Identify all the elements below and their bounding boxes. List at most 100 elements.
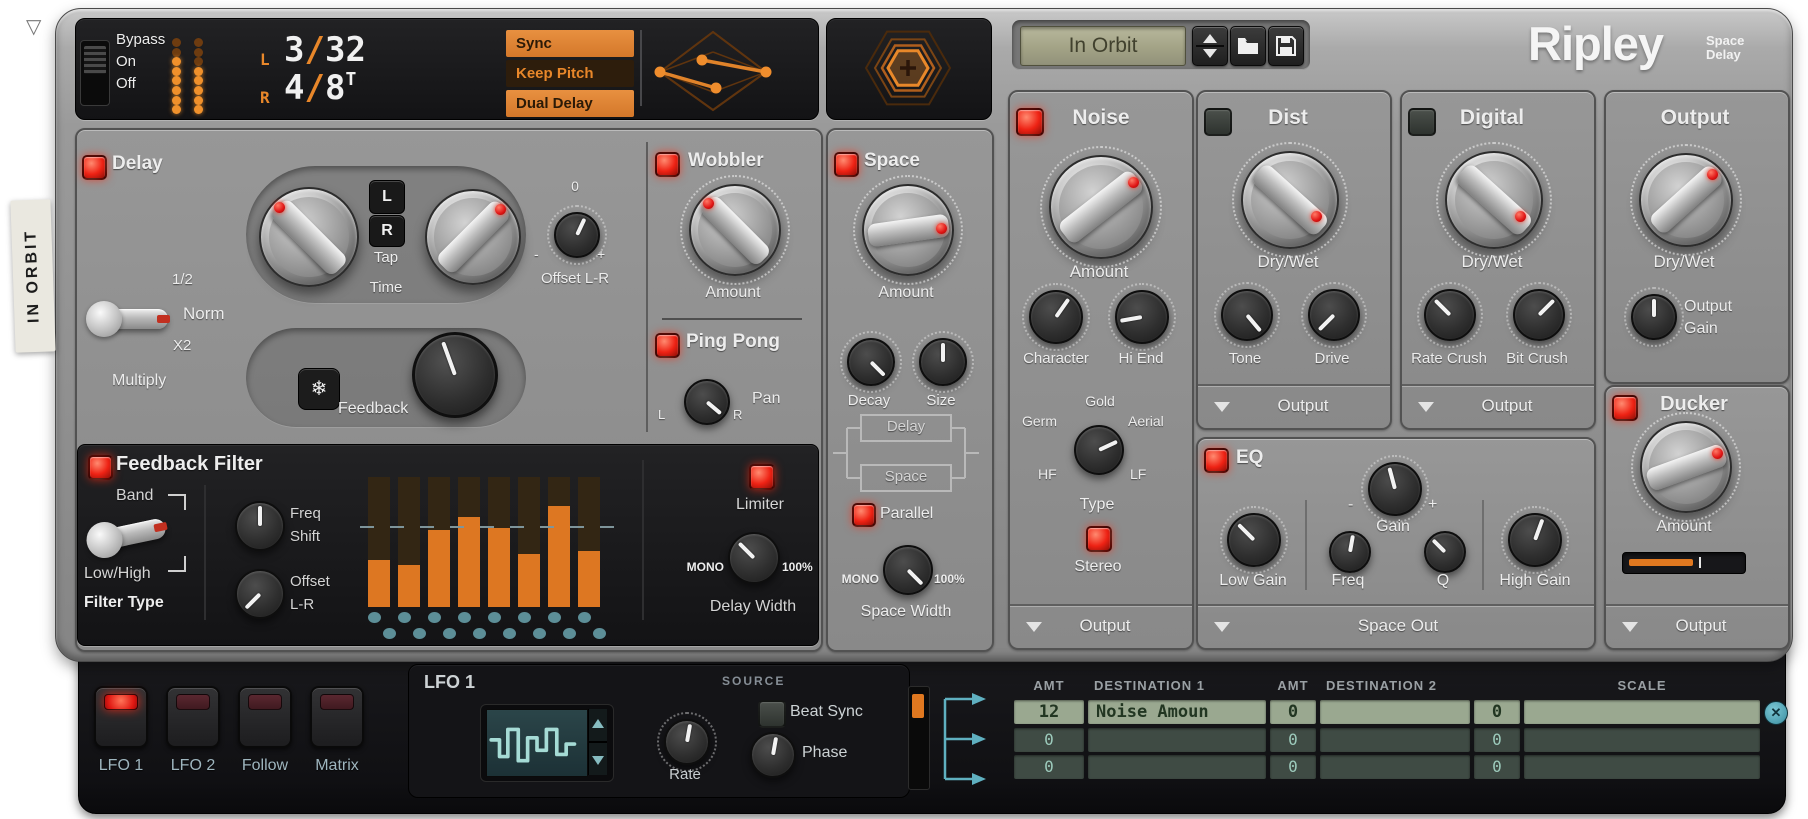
- wave-down-icon[interactable]: [592, 756, 604, 765]
- wave-up-icon[interactable]: [592, 719, 604, 728]
- decay-knob[interactable]: [847, 338, 895, 386]
- eq-low-gain-knob[interactable]: [1227, 513, 1281, 567]
- noise-enable-led[interactable]: [1016, 108, 1044, 136]
- feedback-filter-enable-led[interactable]: [88, 455, 113, 480]
- eq-spaceout-dropdown-icon[interactable]: [1214, 622, 1230, 632]
- filter-band-bar[interactable]: [428, 477, 450, 607]
- eq-freq-knob[interactable]: [1329, 531, 1371, 573]
- limiter-led[interactable]: [749, 464, 775, 490]
- filter-offset-lr-knob[interactable]: [235, 569, 285, 619]
- tone-knob[interactable]: [1221, 289, 1273, 341]
- filter-threshold-line[interactable]: [360, 526, 616, 528]
- filter-band-bar[interactable]: [578, 477, 600, 607]
- tab-lfo-2[interactable]: LFO 2: [160, 686, 226, 775]
- delay-time-left-knob[interactable]: [259, 187, 359, 287]
- size-knob[interactable]: [919, 338, 967, 386]
- output-drywet-knob[interactable]: [1639, 153, 1733, 247]
- dist-output-dropdown-icon[interactable]: [1214, 402, 1230, 412]
- digital-drywet-knob[interactable]: [1445, 151, 1543, 249]
- tab-button[interactable]: [94, 686, 148, 748]
- dist-output-footer[interactable]: Output: [1198, 384, 1390, 428]
- wobbler-enable-led[interactable]: [655, 152, 680, 177]
- corner-resize-marker[interactable]: ▽: [26, 14, 41, 39]
- output-gain-knob[interactable]: [1631, 294, 1677, 340]
- freq-shift-knob[interactable]: [235, 501, 285, 551]
- matrix-amt2-cell[interactable]: 0: [1270, 700, 1316, 724]
- wobbler-amount-knob[interactable]: [689, 184, 781, 276]
- ducker-amount-knob[interactable]: [1640, 421, 1732, 513]
- power-switch-handle[interactable]: [84, 46, 106, 74]
- matrix-scale-value-cell[interactable]: 0: [1474, 755, 1520, 779]
- feedback-knob[interactable]: [412, 332, 498, 418]
- space-width-knob[interactable]: [883, 545, 933, 595]
- preset-down-icon[interactable]: [1203, 49, 1217, 58]
- noise-output-footer[interactable]: Output: [1010, 604, 1192, 648]
- filter-lowhigh-label[interactable]: Low/High: [84, 565, 151, 583]
- matrix-scale-slider[interactable]: [1524, 700, 1760, 724]
- multiply-x2-label[interactable]: X2: [173, 337, 191, 354]
- lfo-wave-display[interactable]: [486, 709, 588, 777]
- matrix-scale-value-cell[interactable]: 0: [1474, 700, 1520, 724]
- matrix-amt1-cell[interactable]: 0: [1014, 728, 1084, 752]
- matrix-amt2-cell[interactable]: 0: [1270, 728, 1316, 752]
- space-enable-led[interactable]: [834, 152, 859, 177]
- tab-follow[interactable]: Follow: [232, 686, 298, 775]
- matrix-destination2-cell[interactable]: [1320, 700, 1470, 724]
- ducker-enable-led[interactable]: [1612, 395, 1638, 421]
- noise-output-label[interactable]: Output: [1050, 616, 1160, 636]
- delay-width-knob[interactable]: [728, 532, 780, 584]
- filter-band-bar[interactable]: [488, 477, 510, 607]
- eq-high-gain-knob[interactable]: [1508, 513, 1562, 567]
- tab-button[interactable]: [166, 686, 220, 748]
- space-hexagon-icon[interactable]: [838, 20, 978, 116]
- tab-button[interactable]: [310, 686, 364, 748]
- eq-q-knob[interactable]: [1424, 531, 1466, 573]
- bit-crush-knob[interactable]: [1513, 289, 1565, 341]
- dist-enable-led[interactable]: [1204, 108, 1232, 136]
- hi-end-knob[interactable]: [1115, 290, 1169, 344]
- matrix-scale-slider[interactable]: [1524, 755, 1760, 779]
- digital-output-dropdown-icon[interactable]: [1418, 402, 1434, 412]
- pan-knob[interactable]: [684, 379, 730, 425]
- ducker-output-label[interactable]: Output: [1646, 616, 1756, 636]
- matrix-destination2-cell[interactable]: [1320, 728, 1470, 752]
- delay-time-right-knob[interactable]: [425, 189, 521, 285]
- matrix-scale-slider[interactable]: [1524, 728, 1760, 752]
- dist-output-label[interactable]: Output: [1248, 396, 1358, 416]
- preset-up-icon[interactable]: [1203, 34, 1217, 43]
- filter-band-bar[interactable]: [398, 477, 420, 607]
- matrix-amt2-cell[interactable]: 0: [1270, 755, 1316, 779]
- filter-band-label[interactable]: Band: [116, 487, 153, 505]
- eq-spaceout-label[interactable]: Space Out: [1348, 616, 1448, 636]
- matrix-scale-value-cell[interactable]: 0: [1474, 728, 1520, 752]
- space-amount-knob[interactable]: [862, 184, 954, 276]
- drive-knob[interactable]: [1308, 289, 1360, 341]
- digital-output-label[interactable]: Output: [1452, 396, 1562, 416]
- character-knob[interactable]: [1029, 290, 1083, 344]
- mod-amount-slider[interactable]: [908, 686, 930, 790]
- multiply-switch[interactable]: [86, 296, 172, 342]
- preset-display[interactable]: In Orbit: [1020, 26, 1186, 66]
- eq-enable-led[interactable]: [1204, 448, 1229, 473]
- filter-band-bar[interactable]: [368, 477, 390, 607]
- matrix-destination1-cell[interactable]: [1088, 728, 1266, 752]
- modulation-network-icon[interactable]: [650, 26, 780, 114]
- stereo-led[interactable]: [1086, 526, 1112, 552]
- ducker-output-footer[interactable]: Output: [1606, 604, 1788, 648]
- noise-output-dropdown-icon[interactable]: [1026, 622, 1042, 632]
- lfo-phase-knob[interactable]: [750, 732, 796, 778]
- mode-button-sync[interactable]: Sync: [506, 30, 634, 57]
- dist-drywet-knob[interactable]: [1241, 151, 1339, 249]
- ducker-output-dropdown-icon[interactable]: [1622, 622, 1638, 632]
- matrix-amt1-cell[interactable]: 12: [1014, 700, 1084, 724]
- tab-button[interactable]: [238, 686, 292, 748]
- pingpong-enable-led[interactable]: [655, 333, 680, 358]
- delay-offset-lr-knob[interactable]: [554, 212, 600, 258]
- power-switch[interactable]: [80, 40, 110, 106]
- tab-lfo-1[interactable]: LFO 1: [88, 686, 154, 775]
- preset-spinner-button[interactable]: [1192, 26, 1228, 66]
- lfo-rate-knob[interactable]: [664, 719, 710, 765]
- lfo-wave-scrollbar[interactable]: [588, 709, 607, 775]
- noise-type-knob[interactable]: [1074, 425, 1124, 475]
- eq-gain-knob[interactable]: [1368, 462, 1422, 516]
